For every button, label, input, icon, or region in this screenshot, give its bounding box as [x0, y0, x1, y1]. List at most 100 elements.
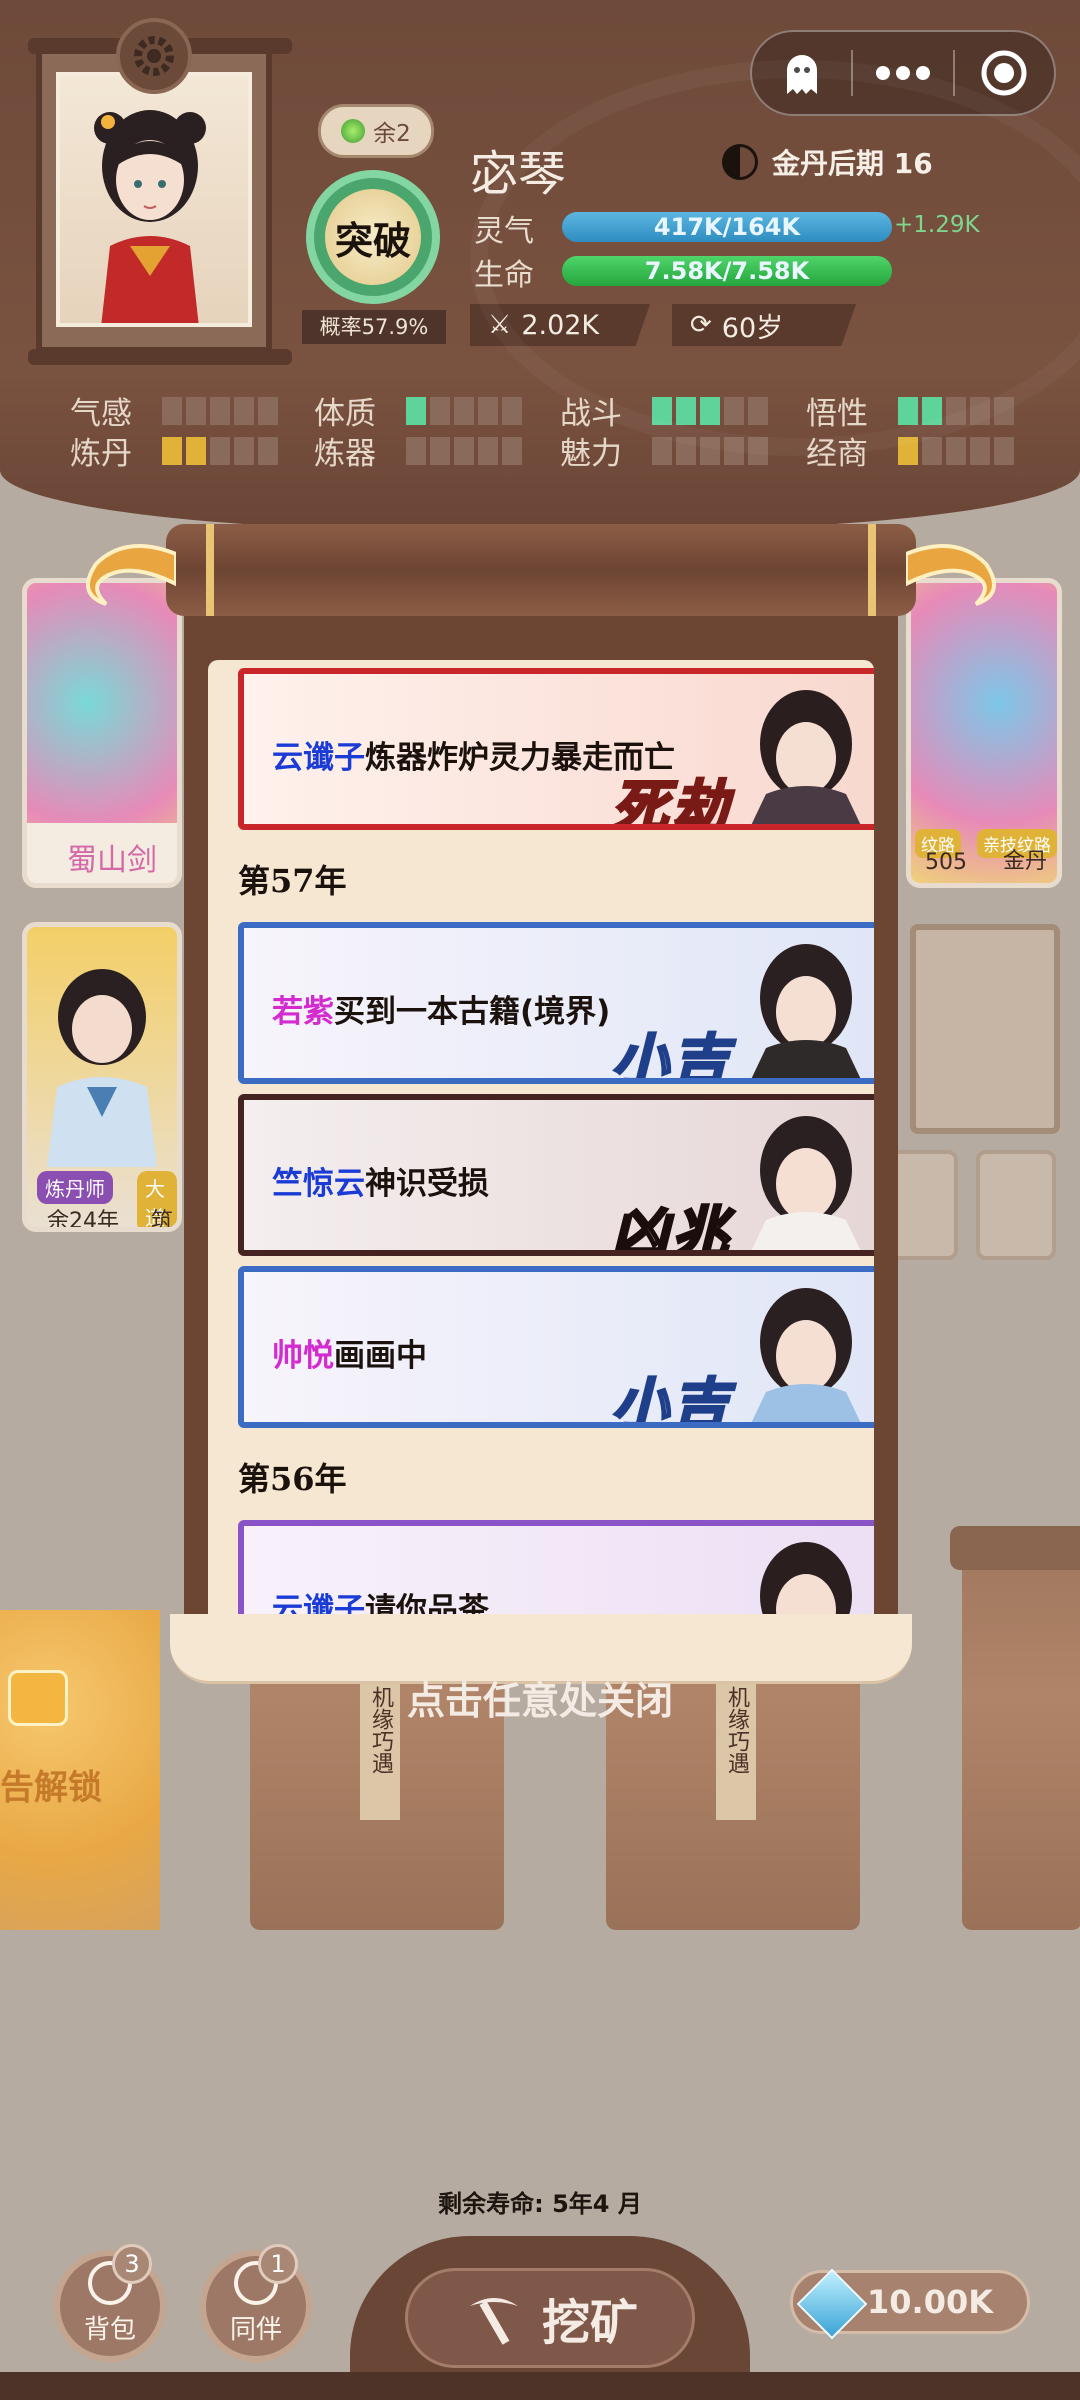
breakthrough-probability: 概率57.9%: [302, 310, 446, 344]
event-text: 若紫买到一本古籍(境界): [272, 986, 610, 1031]
attribute-pip: [724, 436, 744, 465]
attribute-label: 气感: [70, 396, 132, 432]
close-target-icon[interactable]: [955, 30, 1054, 116]
scroll-frame: 云谶子炼器炸炉灵力暴走而亡 死劫 第57年 若紫买到一本古籍(境界) 小吉 竺惊云神识受损…: [170, 604, 912, 1684]
more-menu-icon[interactable]: [853, 30, 952, 116]
attribute-pip: [700, 396, 720, 425]
event-list: 云谶子炼器炸炉灵力暴走而亡 死劫 第57年 若紫买到一本古籍(境界) 小吉 竺惊云神识受损…: [238, 668, 874, 1624]
attribute-pip: [946, 436, 966, 465]
partner-button[interactable]: 同伴 1: [200, 2244, 312, 2362]
attribute-pip: [406, 436, 426, 465]
remaining-lifespan: 剩余寿命: 5年4 月: [438, 2190, 642, 2218]
attribute-pip: [210, 396, 230, 425]
attribute-pip: [898, 396, 918, 425]
player-header: 余2 突破 概率57.9% 宓琴 金丹后期 16 灵气 417K/164K +1…: [0, 0, 1080, 530]
scroll-top-rod: [166, 524, 916, 616]
close-hint[interactable]: 点击任意处关闭: [0, 1670, 1080, 1725]
attribute-1: 体质: [314, 388, 522, 433]
weapon-card[interactable]: 纹路 亲技纹路 505 金丹: [906, 578, 1062, 888]
currency-amount: 10.00K: [867, 2283, 994, 2321]
attribute-label: 战斗: [560, 396, 622, 432]
player-avatar-illustration: [94, 110, 206, 323]
life-bar: 7.58K/7.58K: [562, 256, 892, 286]
qi-gain: +1.29K: [894, 212, 980, 238]
event-text: 帅悦画画中: [272, 1330, 427, 1375]
attribute-4: 炼丹: [70, 428, 278, 473]
shop-shrine-icon[interactable]: [910, 924, 1060, 1134]
remaining-count: 余2: [373, 121, 411, 147]
player-portrait: [56, 72, 252, 327]
event-character-portrait: [706, 1526, 874, 1624]
event-fortune-stamp: 小吉: [611, 1371, 732, 1428]
event-entry[interactable]: 若紫买到一本古籍(境界) 小吉: [238, 922, 874, 1084]
qi-label: 灵气: [474, 214, 534, 249]
companion-card[interactable]: 炼丹师 大道 余24年 筑: [22, 922, 182, 1232]
breakthrough-label: 突破: [325, 189, 421, 285]
attribute-7: 经商: [806, 428, 1014, 473]
event-entry[interactable]: 云谶子请你品茶: [238, 1520, 874, 1624]
bottom-strip: [0, 2372, 1080, 2400]
attribute-pip: [162, 396, 182, 425]
scroll-icon[interactable]: [976, 1150, 1056, 1260]
event-text: 竺惊云神识受损: [272, 1158, 489, 1203]
attribute-label: 炼丹: [70, 436, 132, 472]
event-entry[interactable]: 帅悦画画中小吉: [238, 1266, 874, 1428]
attribute-level-pips: [162, 436, 278, 465]
mine-button-inner: 挖矿: [405, 2268, 695, 2368]
player-name: 宓琴: [470, 146, 567, 202]
attribute-label: 魅力: [560, 436, 622, 472]
event-entry[interactable]: 云谶子炼器炸炉灵力暴走而亡 死劫: [238, 668, 874, 830]
attribute-level-pips: [162, 396, 278, 425]
miniprogram-capsule: [750, 30, 1056, 116]
breakthrough-remaining-tag: 余2: [318, 104, 434, 158]
spirit-stone-balance[interactable]: 10.00K: [790, 2268, 1030, 2340]
attribute-pip: [898, 436, 918, 465]
realm-text: 金丹后期 16: [772, 147, 933, 180]
attribute-5: 炼器: [314, 428, 522, 473]
taiji-icon: [722, 144, 758, 180]
attribute-pip: [922, 396, 942, 425]
attribute-pip: [234, 436, 254, 465]
attribute-pip: [258, 396, 278, 425]
mine-label: 挖矿: [541, 2295, 638, 2351]
scroll-cap-left: [86, 544, 176, 606]
attribute-pip: [478, 396, 498, 425]
attribute-pip: [994, 396, 1014, 425]
event-fortune-stamp: 凶兆: [611, 1199, 732, 1256]
scroll-cap-right: [906, 544, 996, 606]
pickaxe-icon: [469, 2298, 518, 2345]
attribute-label: 经商: [806, 436, 868, 472]
event-character-name: 竺惊云: [272, 1166, 365, 1202]
event-log-scroll[interactable]: 云谶子炼器炸炉灵力暴走而亡 死劫 第57年 若紫买到一本古籍(境界) 小吉 竺惊云神识受损…: [86, 524, 996, 1684]
fortune-pouch-edge[interactable]: [950, 1526, 1080, 1930]
companion-avatar: [47, 969, 157, 1167]
attribute-pip: [748, 436, 768, 465]
skill-card-shushan[interactable]: 蜀山剑法: [22, 578, 182, 888]
settings-gear-icon[interactable]: [116, 18, 192, 94]
ad-unlock-card[interactable]: 告解锁: [0, 1610, 160, 1930]
attribute-pip: [210, 436, 230, 465]
attribute-pip: [454, 396, 474, 425]
event-description: 画画中: [334, 1338, 427, 1374]
attribute-pip: [502, 436, 522, 465]
rod-band: [206, 524, 214, 616]
attribute-pip: [502, 396, 522, 425]
ghost-icon[interactable]: [752, 30, 851, 116]
event-entry[interactable]: 竺惊云神识受损凶兆: [238, 1094, 874, 1256]
attribute-pip: [430, 436, 450, 465]
breakthrough-button[interactable]: 突破: [306, 170, 440, 304]
player-age: 60岁: [721, 312, 784, 344]
attribute-pip: [186, 436, 206, 465]
combat-power: 2.02K: [521, 309, 600, 341]
event-description: 神识受损: [365, 1166, 489, 1202]
attribute-pip: [970, 436, 990, 465]
attribute-label: 体质: [314, 396, 376, 432]
spirit-gem-icon: [341, 119, 366, 143]
attribute-3: 悟性: [806, 388, 1014, 433]
attribute-pip: [748, 396, 768, 425]
partner-label: 同伴: [229, 2315, 282, 2345]
bag-button[interactable]: 背包 3: [54, 2244, 166, 2362]
event-character-name: 若紫: [272, 994, 334, 1030]
portrait-rod-bottom: [28, 349, 292, 365]
ad-unlock-text: 告解锁: [0, 1768, 102, 1808]
